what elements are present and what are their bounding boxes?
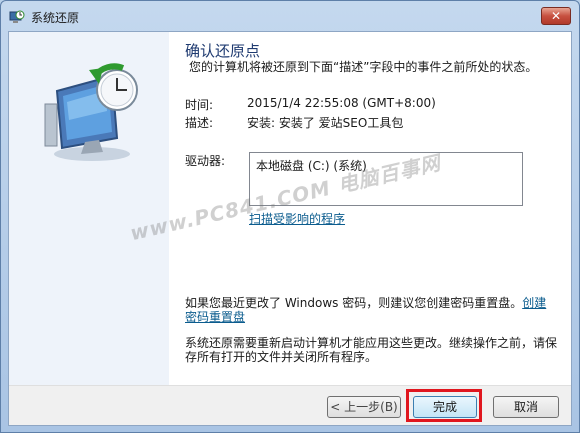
drive-label: 驱动器: <box>185 154 226 168</box>
finish-button[interactable]: 完成 <box>413 396 477 418</box>
time-label: 时间: <box>185 98 214 112</box>
description-value: 安装: 安装了 爱站SEO工具包 <box>247 116 404 130</box>
window-title: 系统还原 <box>31 11 80 25</box>
password-note-text: 如果您最近更改了 Windows 密码，则建议您创建密码重置盘。 <box>185 296 523 310</box>
restore-computer-illustration <box>37 56 147 169</box>
title-bar[interactable]: 系统还原 ✕ <box>1 1 579 31</box>
restart-note: 系统还原需要重新启动计算机才能应用这些更改。继续操作之前，请保存所有打开的文件并… <box>185 336 558 364</box>
system-restore-icon <box>9 9 25 25</box>
cancel-button[interactable]: 取消 <box>493 396 559 418</box>
close-button[interactable]: ✕ <box>541 7 571 25</box>
back-button[interactable]: < 上一步(B) <box>327 396 401 418</box>
dialog-body: 确认还原点 您的计算机将被还原到下面“描述”字段中的事件之前所处的状态。 时间:… <box>8 31 572 426</box>
system-restore-window: 系统还原 ✕ 确认还原点 您的计算机将被还原到下面“描述”字段中的事件之前所处的… <box>0 0 580 433</box>
time-value: 2015/1/4 22:55:08 (GMT+8:00) <box>247 96 436 110</box>
sidebar-panel <box>9 32 169 385</box>
description-label: 描述: <box>185 116 214 130</box>
confirm-description: 您的计算机将被还原到下面“描述”字段中的事件之前所处的状态。 <box>189 60 538 74</box>
close-icon: ✕ <box>550 9 562 23</box>
password-note: 如果您最近更改了 Windows 密码，则建议您创建密码重置盘。创建密码重置盘 <box>185 296 557 324</box>
button-bar: < 上一步(B) 完成 取消 <box>9 385 571 425</box>
page-title: 确认还原点 <box>185 42 261 60</box>
